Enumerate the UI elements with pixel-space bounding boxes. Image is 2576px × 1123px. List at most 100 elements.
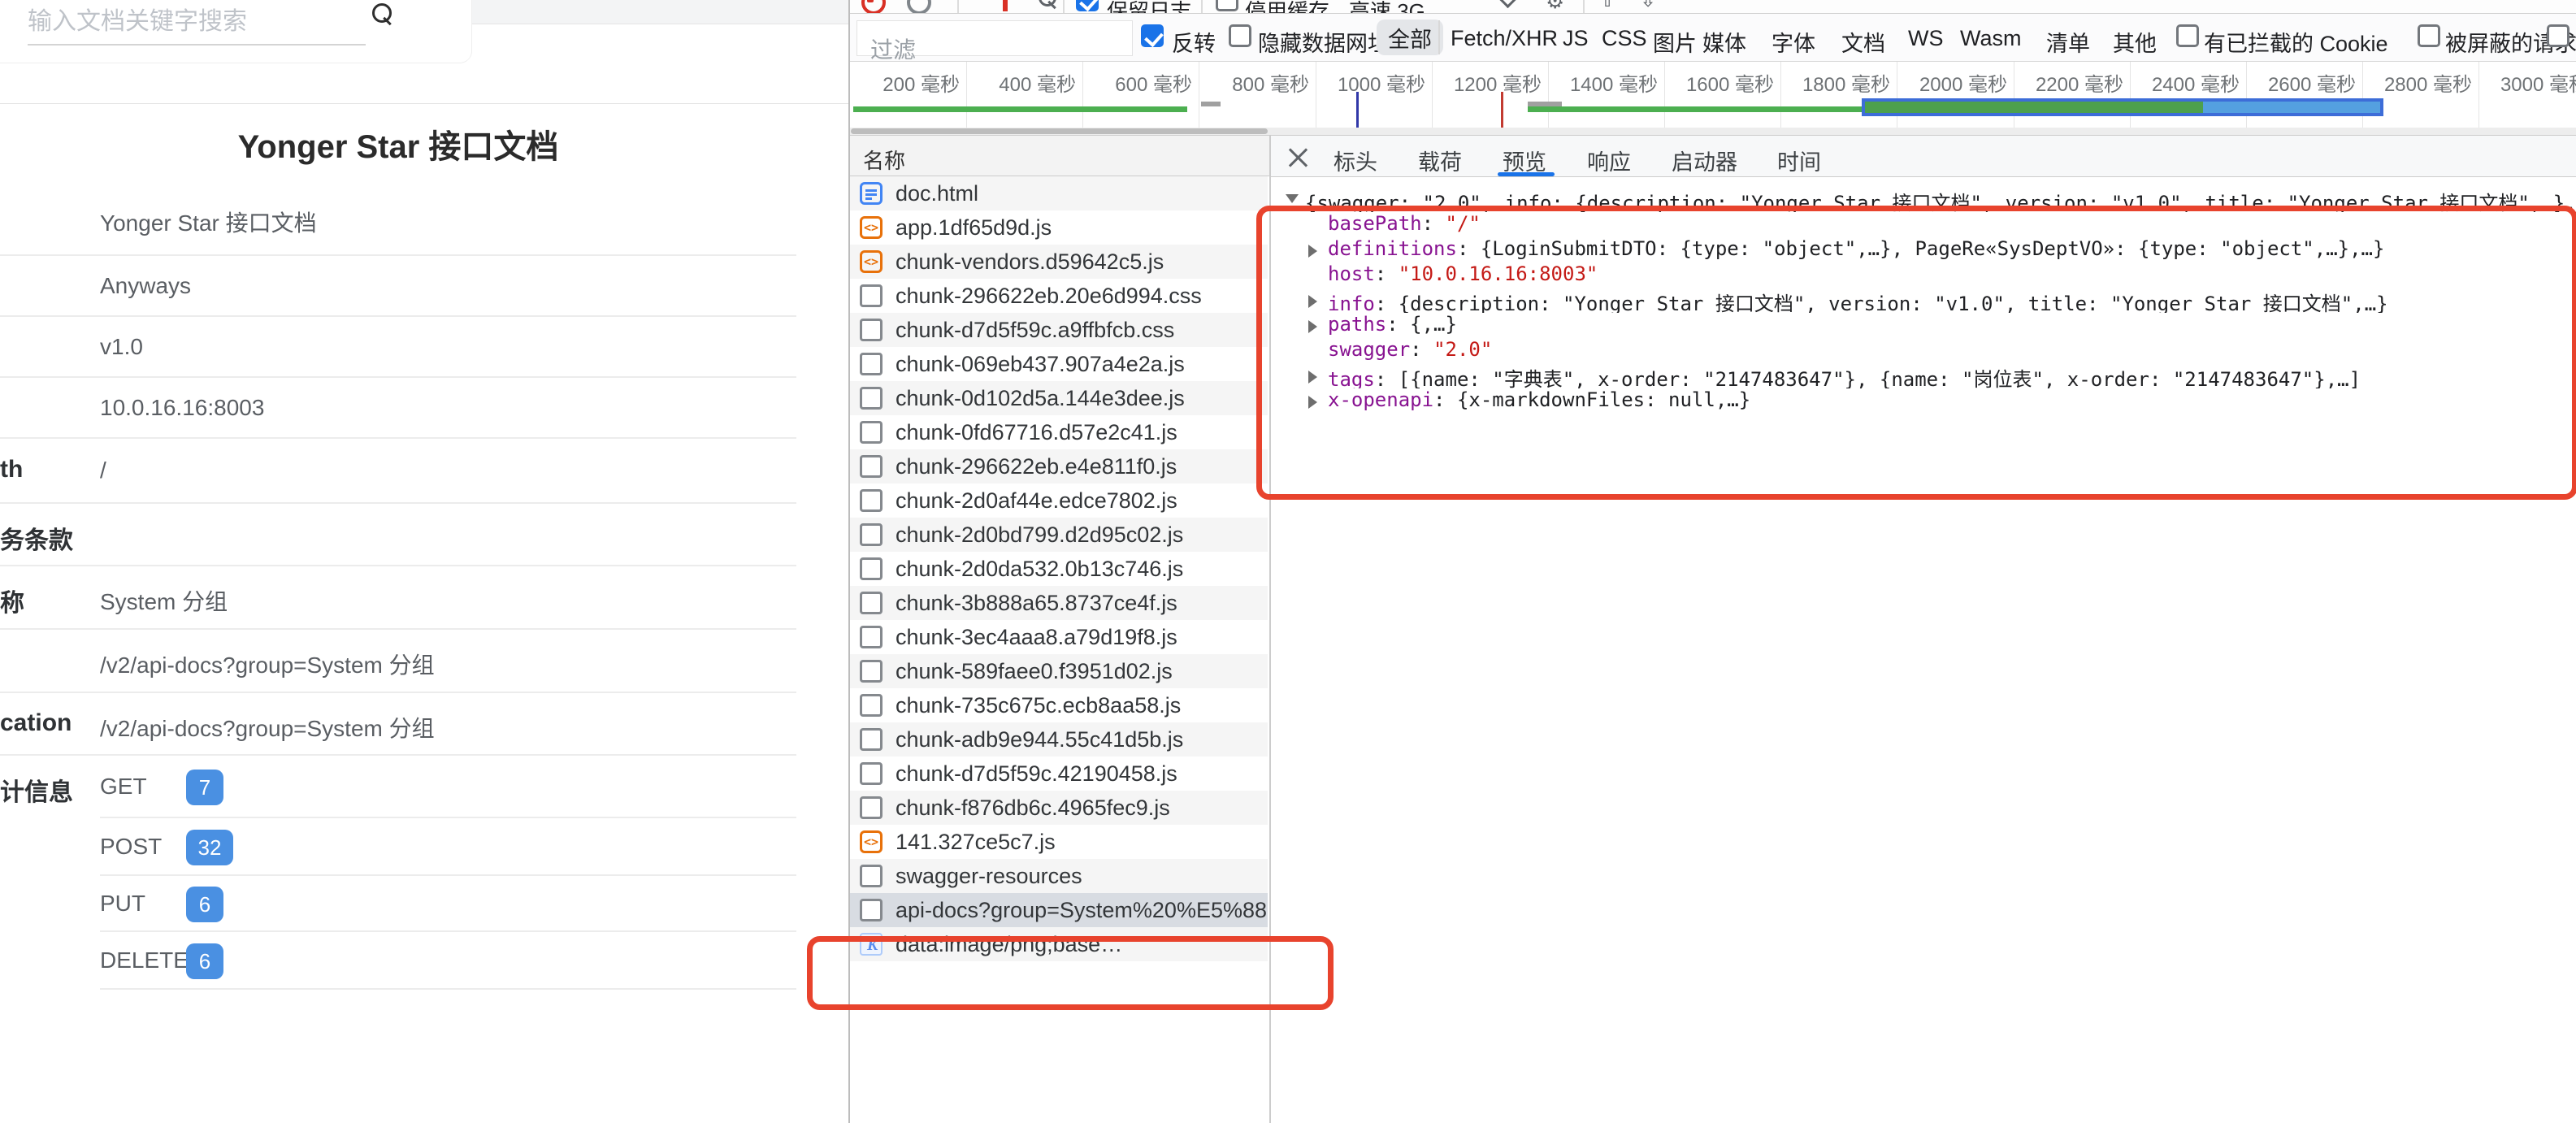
export-har-icon[interactable]: ⇩ (1640, 0, 1656, 11)
filter-chip--[interactable]: 图片 (1653, 26, 1697, 58)
annotation-rectangle-preview (1256, 206, 2576, 500)
search-input-underline (28, 44, 366, 46)
filter-chip--[interactable]: 清单 (2046, 26, 2090, 58)
chevron-down-icon[interactable] (1499, 0, 1516, 8)
request-row[interactable]: chunk-589faee0.f3951d02.js (850, 654, 1268, 688)
request-name: chunk-296622eb.20e6d994.css (896, 284, 1202, 309)
request-row[interactable]: chunk-735c675c.ecb8aa58.js (850, 688, 1268, 722)
filter-input[interactable]: 过滤 (856, 20, 1133, 56)
doc-search-input[interactable]: 输入文档关键字搜索 (28, 1, 247, 37)
tab-响应[interactable]: 响应 (1587, 145, 1631, 176)
request-name: chunk-296622eb.e4e811f0.js (896, 454, 1177, 479)
request-row[interactable]: chunk-2d0af44e.edce7802.js (850, 483, 1268, 518)
request-row[interactable]: swagger-resources (850, 859, 1268, 893)
method-count-badge: 32 (186, 830, 233, 865)
tab-时间[interactable]: 时间 (1777, 145, 1821, 176)
record-button[interactable] (861, 0, 886, 14)
request-name: chunk-2d0af44e.edce7802.js (896, 488, 1177, 514)
preserve-log-label[interactable]: 保留日志 (1107, 0, 1191, 14)
generic-file-icon (860, 626, 883, 648)
info-row: 10.0.16.16:8003 (0, 378, 848, 439)
request-row[interactable]: chunk-adb9e944.55c41d5b.js (850, 722, 1268, 757)
requests-header-row[interactable]: 名称 (850, 136, 1269, 176)
timeline-tick-label: 600 毫秒 (1115, 68, 1192, 97)
timeline-activity-bar (1528, 106, 1863, 112)
info-row: Yonger Star 接口文档 (0, 183, 848, 256)
disable-cache-label[interactable]: 停用缓存 (1245, 0, 1329, 14)
request-row[interactable]: chunk-3ec4aaa8.a79d19f8.js (850, 620, 1268, 654)
cookie-filter-label[interactable]: 有已拦截的 Cookie (2204, 26, 2388, 58)
request-name: chunk-069eb437.907a4e2a.js (896, 352, 1185, 377)
invert-checkbox[interactable] (1141, 24, 1164, 47)
generic-file-icon (860, 557, 883, 580)
tab-启动器[interactable]: 启动器 (1672, 145, 1737, 176)
request-name: chunk-d7d5f59c.42190458.js (896, 761, 1177, 787)
scrollbar-thumb[interactable] (851, 128, 1268, 134)
filter-chip-fetch-xhr[interactable]: Fetch/XHR (1451, 26, 1558, 51)
request-row[interactable]: chunk-d7d5f59c.42190458.js (850, 757, 1268, 791)
filter-icon[interactable] (1003, 0, 1008, 11)
request-row[interactable]: chunk-2d0bd799.d2d95c02.js (850, 518, 1268, 552)
request-name: chunk-3ec4aaa8.a79d19f8.js (896, 625, 1177, 650)
tab-标头[interactable]: 标头 (1334, 145, 1377, 176)
search-icon[interactable] (1039, 0, 1056, 7)
timeline-tick-label: 2800 毫秒 (2384, 68, 2472, 97)
hide-data-urls-label[interactable]: 隐藏数据网址 (1258, 26, 1390, 58)
generic-file-icon (860, 694, 883, 717)
filter-chip--[interactable]: 其他 (2113, 26, 2157, 58)
request-row[interactable]: chunk-296622eb.20e6d994.css (850, 279, 1268, 313)
preserve-log-checkbox[interactable] (1076, 0, 1099, 11)
timeline-tick-label: 2600 毫秒 (2268, 68, 2356, 97)
selected-request-bar[interactable] (1862, 98, 2383, 116)
generic-file-icon (860, 421, 883, 444)
invert-label[interactable]: 反转 (1172, 26, 1216, 58)
filter-chip-js[interactable]: JS (1563, 26, 1589, 51)
request-row[interactable]: chunk-d7d5f59c.a9ffbfcb.css (850, 313, 1268, 347)
request-row[interactable]: chunk-069eb437.907a4e2a.js (850, 347, 1268, 381)
filter-chip-all[interactable]: 全部 (1377, 20, 1443, 55)
filter-chip-ws[interactable]: WS (1908, 26, 1944, 51)
request-row[interactable]: chunk-3b888a65.8737ce4f.js (850, 586, 1268, 620)
name-column-header[interactable]: 名称 (863, 145, 905, 175)
network-settings-gear-icon[interactable]: ⚙ (1546, 0, 1564, 11)
request-name: doc.html (896, 181, 978, 206)
annotation-rectangle-api-docs-request (807, 936, 1334, 1010)
http-method-label: DELETE (100, 947, 189, 973)
tab-载荷[interactable]: 载荷 (1418, 145, 1462, 176)
cookie-filter-checkbox[interactable] (2176, 24, 2199, 47)
filter-chip-wasm[interactable]: Wasm (1960, 26, 2022, 51)
timeline-activity-bar (853, 106, 1187, 112)
generic-file-icon (860, 455, 883, 478)
search-icon[interactable] (372, 3, 392, 23)
clear-button[interactable] (907, 0, 931, 14)
close-icon[interactable] (1287, 146, 1308, 167)
request-row[interactable]: chunk-vendors.d59642c5.js (850, 245, 1268, 279)
timeline-tick-label: 800 毫秒 (1232, 68, 1309, 97)
hide-data-urls-checkbox[interactable] (1229, 24, 1251, 47)
cookie-filter-checkbox[interactable] (2418, 24, 2440, 47)
request-row[interactable]: chunk-296622eb.e4e811f0.js (850, 449, 1268, 483)
import-har-icon[interactable]: ⇧ (1599, 0, 1615, 11)
request-row[interactable]: doc.html (850, 176, 1268, 210)
request-row[interactable]: 141.327ce5c7.js (850, 825, 1268, 859)
filter-chip--[interactable]: 文档 (1841, 26, 1885, 58)
timeline-tick-label: 2200 毫秒 (2036, 68, 2123, 97)
request-row-selected[interactable]: api-docs?group=System%20%E5%88… (850, 893, 1268, 927)
page-title: Yonger Star 接口文档 (0, 120, 796, 167)
request-row[interactable]: chunk-2d0da532.0b13c746.js (850, 552, 1268, 586)
request-row[interactable]: app.1df65d9d.js (850, 210, 1268, 245)
request-name: chunk-f876db6c.4965fec9.js (896, 796, 1170, 821)
disclosure-triangle[interactable] (1286, 194, 1299, 203)
request-row[interactable]: chunk-f876db6c.4965fec9.js (850, 791, 1268, 825)
http-method-label: GET (100, 774, 147, 800)
request-row[interactable]: chunk-0fd67716.d57e2c41.js (850, 415, 1268, 449)
filter-chip--[interactable]: 字体 (1772, 26, 1815, 58)
horizontal-scrollbar[interactable] (850, 128, 2576, 135)
cookie-filter-checkbox[interactable] (2547, 24, 2569, 47)
info-value: System 分组 (100, 584, 228, 617)
throttling-select[interactable]: 高速 3G (1349, 0, 1425, 14)
disable-cache-checkbox[interactable] (1216, 0, 1238, 11)
filter-chip-css[interactable]: CSS (1602, 26, 1647, 51)
filter-chip--[interactable]: 媒体 (1702, 26, 1746, 58)
request-row[interactable]: chunk-0d102d5a.144e3dee.js (850, 381, 1268, 415)
